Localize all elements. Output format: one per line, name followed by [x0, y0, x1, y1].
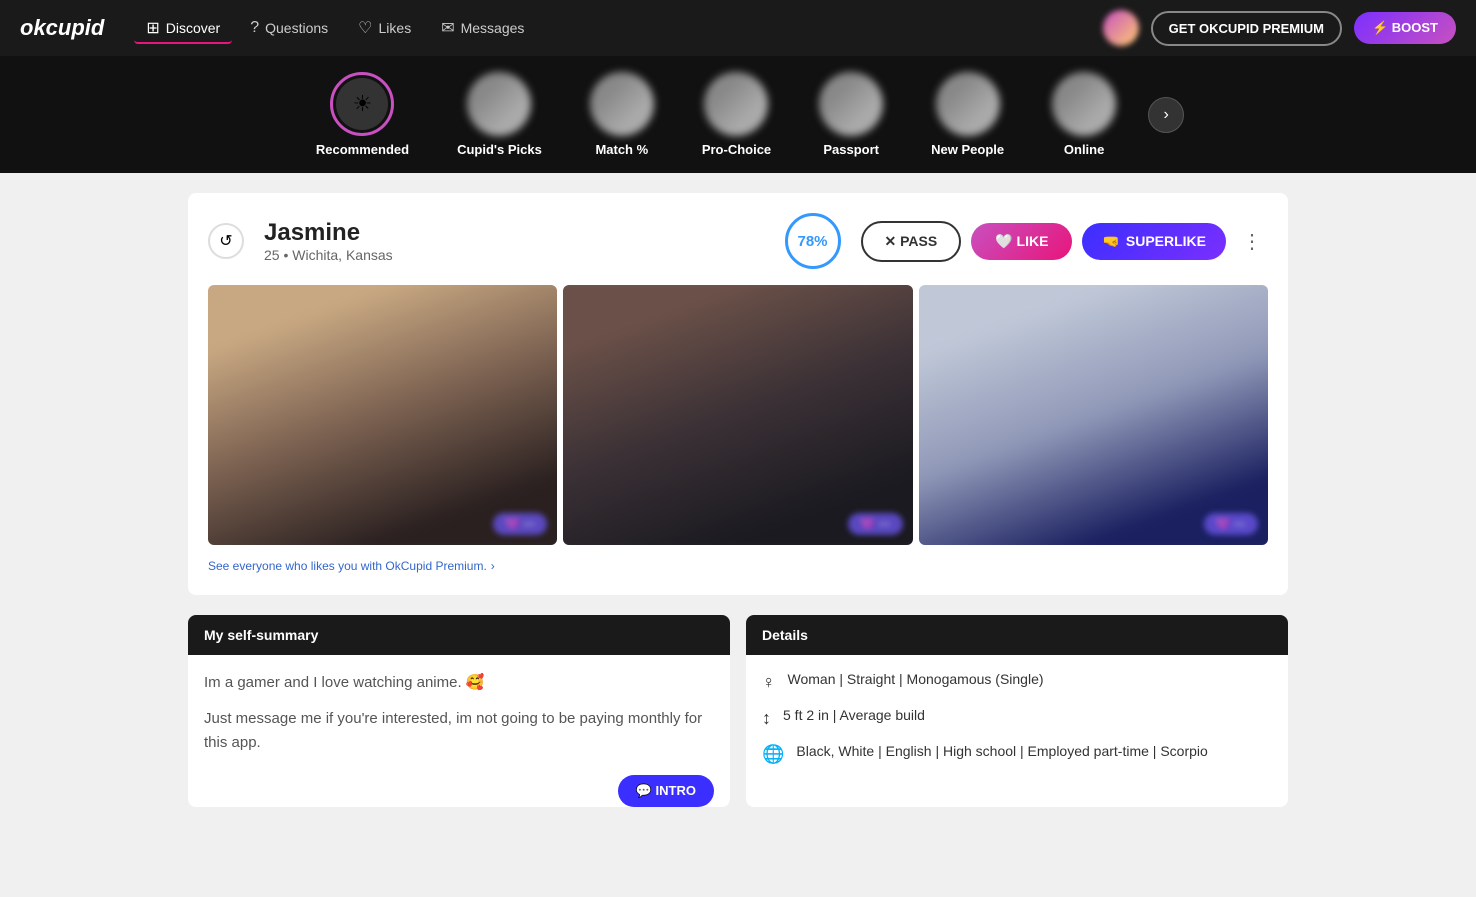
- height-icon: ↕: [762, 708, 771, 729]
- likes-icon: ♡: [358, 18, 372, 38]
- category-recommended[interactable]: ☀ Recommended: [292, 64, 433, 165]
- premium-prompt-row: See everyone who likes you with OkCupid …: [208, 557, 1268, 575]
- profile-header: ↺ Jasmine 25 • Wichita, Kansas 78% ✕ PAS…: [208, 213, 1268, 269]
- more-options-button[interactable]: ⋮: [1236, 225, 1268, 257]
- premium-button[interactable]: GET OKCUPID PREMIUM: [1151, 11, 1342, 46]
- detail-item-ethnicity: 🌐 Black, White | English | High school |…: [762, 743, 1272, 765]
- refresh-button[interactable]: ↺: [208, 223, 244, 259]
- profile-location: 25 • Wichita, Kansas: [264, 247, 765, 263]
- messages-icon: ✉: [441, 18, 454, 38]
- recommended-icon: ☀: [336, 78, 388, 130]
- category-passport[interactable]: Passport: [795, 64, 907, 165]
- self-summary-card: My self-summary Im a gamer and I love wa…: [188, 615, 730, 807]
- superlike-button[interactable]: 🤜 SUPERLIKE: [1082, 223, 1226, 260]
- premium-prompt-link[interactable]: See everyone who likes you with OkCupid …: [208, 557, 495, 573]
- details-card: Details ♀ Woman | Straight | Monogamous …: [746, 615, 1288, 807]
- detail-item-height: ↕ 5 ft 2 in | Average build: [762, 707, 1272, 729]
- globe-icon: 🌐: [762, 744, 784, 765]
- photo-2-badge: 💜 ···: [848, 513, 902, 535]
- category-recommended-label: Recommended: [316, 142, 409, 157]
- boost-button[interactable]: ⚡ BOOST: [1354, 12, 1456, 44]
- details-list: ♀ Woman | Straight | Monogamous (Single)…: [762, 671, 1272, 765]
- category-cupids-picks-label: Cupid's Picks: [457, 142, 542, 157]
- category-match-label: Match %: [595, 142, 648, 157]
- details-body: ♀ Woman | Straight | Monogamous (Single)…: [746, 655, 1288, 795]
- photo-1[interactable]: 💜 ···: [208, 285, 557, 545]
- photo-2[interactable]: 💜 ···: [563, 285, 912, 545]
- discover-icon: ⊞: [146, 18, 159, 38]
- nav-discover[interactable]: ⊞ Discover: [134, 12, 232, 44]
- category-cupids-picks[interactable]: Cupid's Picks: [433, 64, 566, 165]
- self-summary-header: My self-summary: [188, 615, 730, 655]
- photo-grid: 💜 ··· 💜 ··· 💜 ···: [208, 285, 1268, 545]
- category-online-label: Online: [1064, 142, 1104, 157]
- user-avatar[interactable]: [1103, 10, 1139, 46]
- category-online[interactable]: Online: [1028, 64, 1140, 165]
- category-match[interactable]: Match %: [566, 64, 678, 165]
- action-buttons: ✕ PASS 🤍 LIKE 🤜 SUPERLIKE ⋮: [861, 221, 1269, 262]
- logo: okcupid: [20, 15, 104, 41]
- photo-1-badge: 💜 ···: [493, 513, 547, 535]
- main-content: ↺ Jasmine 25 • Wichita, Kansas 78% ✕ PAS…: [168, 173, 1308, 827]
- nav-likes[interactable]: ♡ Likes: [346, 12, 423, 44]
- self-summary-body: Im a gamer and I love watching anime. 🥰 …: [188, 655, 730, 783]
- category-pro-choice-label: Pro-Choice: [702, 142, 771, 157]
- intro-button[interactable]: 💬 INTRO: [618, 775, 714, 807]
- photo-3[interactable]: 💜 ···: [919, 285, 1268, 545]
- profile-details-row: My self-summary Im a gamer and I love wa…: [188, 615, 1288, 807]
- category-pro-choice[interactable]: Pro-Choice: [678, 64, 795, 165]
- questions-icon: ?: [250, 19, 259, 37]
- profile-name-block: Jasmine 25 • Wichita, Kansas: [264, 219, 765, 263]
- superlike-icon: 🤜: [1102, 233, 1119, 250]
- categories-next-button[interactable]: ›: [1148, 97, 1184, 133]
- nav-links: ⊞ Discover ? Questions ♡ Likes ✉ Message…: [134, 12, 1102, 44]
- gender-icon: ♀: [762, 672, 776, 693]
- category-new-people[interactable]: New People: [907, 64, 1028, 165]
- nav-questions[interactable]: ? Questions: [238, 12, 340, 44]
- profile-name: Jasmine: [264, 219, 765, 247]
- top-navigation: okcupid ⊞ Discover ? Questions ♡ Likes ✉…: [0, 0, 1476, 56]
- category-new-people-label: New People: [931, 142, 1004, 157]
- details-header: Details: [746, 615, 1288, 655]
- detail-item-gender: ♀ Woman | Straight | Monogamous (Single): [762, 671, 1272, 693]
- profile-card: ↺ Jasmine 25 • Wichita, Kansas 78% ✕ PAS…: [188, 193, 1288, 595]
- category-bar: ☀ Recommended Cupid's Picks Match % Pro-…: [0, 56, 1476, 173]
- photo-3-badge: 💜 ···: [1204, 513, 1258, 535]
- like-button[interactable]: 🤍 LIKE: [971, 223, 1072, 260]
- match-percentage: 78%: [785, 213, 841, 269]
- self-summary-text: Im a gamer and I love watching anime. 🥰 …: [204, 671, 714, 755]
- pass-button[interactable]: ✕ PASS: [861, 221, 962, 262]
- nav-messages[interactable]: ✉ Messages: [429, 12, 536, 44]
- category-passport-label: Passport: [823, 142, 879, 157]
- nav-right: GET OKCUPID PREMIUM ⚡ BOOST: [1103, 10, 1456, 46]
